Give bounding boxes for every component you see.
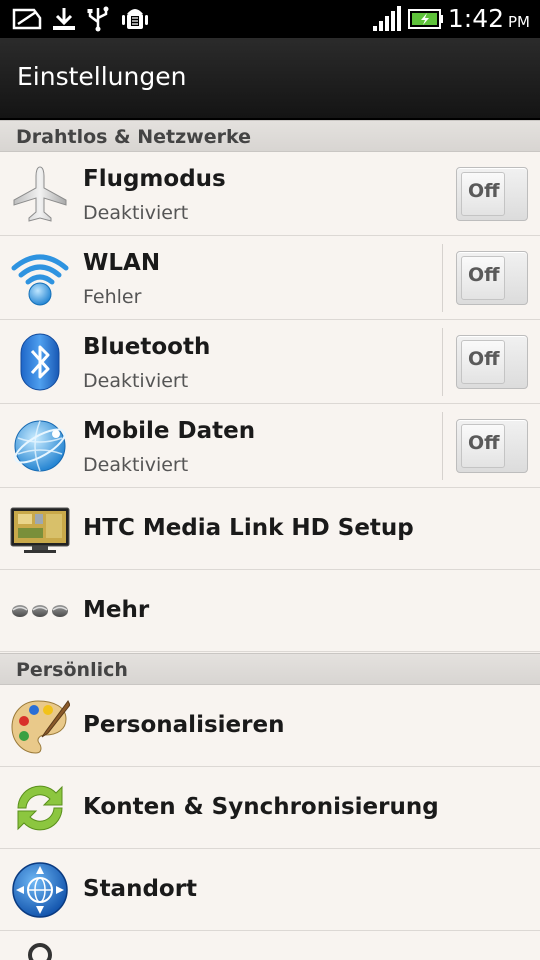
setting-row-htc-media-link[interactable]: HTC Media Link HD Setup [0,488,540,570]
page-title: Einstellungen [17,62,187,91]
setting-row-flugmodus[interactable]: Flugmodus Deaktiviert Off [0,152,540,236]
bluetooth-icon [20,333,60,391]
setting-row-personalisieren[interactable]: Personalisieren [0,685,540,767]
signal-icon [373,6,401,31]
section-title-personal: Persönlich [16,659,128,681]
setting-status: Deaktiviert [83,370,189,392]
clock-time: 1:42 [447,4,504,33]
section-title-wireless: Drahtlos & Netzwerke [16,126,251,148]
battery-charging-icon [408,9,443,29]
sync-icon [17,785,63,831]
toggle-label: Off [468,264,500,286]
flugmodus-toggle[interactable]: Off [456,167,528,221]
setting-row-mobile-daten[interactable]: Mobile Daten Deaktiviert Off [0,404,540,488]
setting-label: Flugmodus [83,166,226,192]
setting-label: Mehr [83,597,150,623]
setting-row-konten[interactable]: Konten & Synchronisierung [0,767,540,849]
wlan-toggle[interactable]: Off [456,251,528,305]
toggle-label: Off [468,180,500,202]
row-divider [442,328,443,396]
toggle-label: Off [468,432,500,454]
row-divider [442,412,443,480]
setting-label: Mobile Daten [83,418,256,444]
download-icon [53,8,75,30]
setting-status: Deaktiviert [83,454,189,476]
setting-row-standort[interactable]: Standort [0,849,540,931]
mobile-data-icon [14,420,66,472]
wifi-icon [11,254,69,306]
notification-icon [12,8,42,30]
setting-row-next[interactable] [0,931,540,960]
location-globe-icon [12,862,68,918]
palette-icon [11,700,70,754]
row-divider [442,244,443,312]
section-header-wireless: Drahtlos & Netzwerke [0,120,540,152]
clock: 1:42 PM [448,4,530,33]
more-dots-icon [12,605,68,617]
usb-icon [87,6,109,32]
search-icon [28,943,52,960]
setting-status: Fehler [83,286,142,308]
airplane-icon [13,166,67,222]
setting-row-bluetooth[interactable]: Bluetooth Deaktiviert Off [0,320,540,404]
setting-label: WLAN [83,250,161,276]
android-debug-icon [122,9,148,29]
status-bar: 1:42 PM [0,0,540,38]
setting-label: Bluetooth [83,334,211,360]
setting-status: Deaktiviert [83,202,189,224]
section-header-personal: Persönlich [0,653,540,685]
setting-label: Konten & Synchronisierung [83,794,439,820]
tv-icon [10,507,70,553]
bluetooth-toggle[interactable]: Off [456,335,528,389]
setting-label: Standort [83,876,198,902]
clock-ampm: PM [508,13,530,31]
setting-row-wlan[interactable]: WLAN Fehler Off [0,236,540,320]
title-bar: Einstellungen [0,38,540,120]
mobile-daten-toggle[interactable]: Off [456,419,528,473]
setting-label: HTC Media Link HD Setup [83,515,414,541]
setting-row-mehr[interactable]: Mehr [0,570,540,652]
setting-label: Personalisieren [83,712,285,738]
toggle-label: Off [468,348,500,370]
